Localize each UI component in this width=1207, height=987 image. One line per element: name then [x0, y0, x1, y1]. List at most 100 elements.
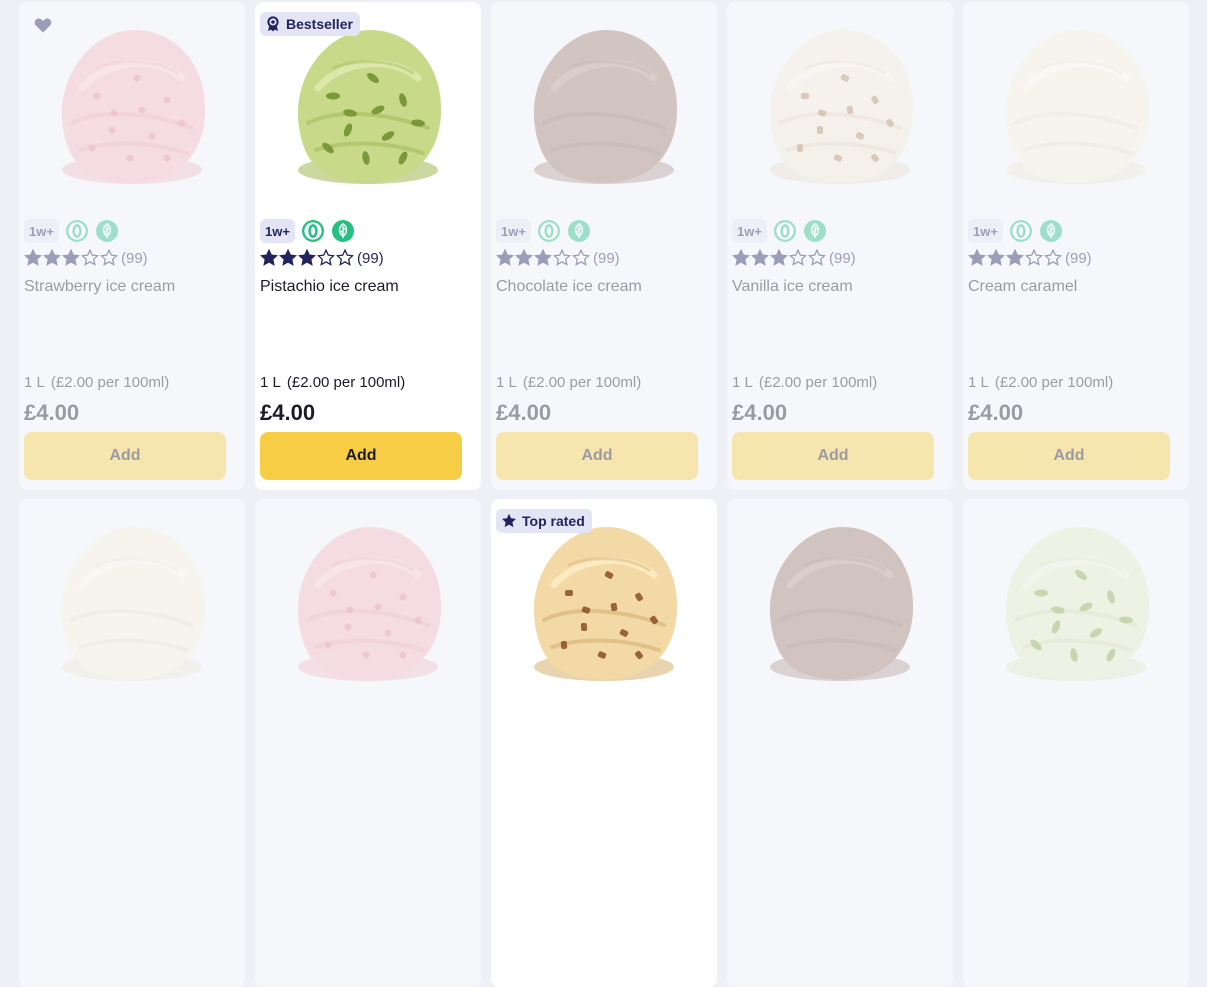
star-filled-icon [298, 249, 316, 266]
product-card[interactable]: 1w+ (99) Vanilla ice cream 1 L (£2.00 per… [727, 2, 953, 490]
star-rating[interactable]: (99) [732, 249, 856, 267]
lifestyle-tag: 1w+ [260, 219, 295, 243]
product-name[interactable]: Pistachio ice cream [260, 278, 399, 296]
add-button[interactable]: Add [24, 432, 226, 480]
star-rating[interactable]: (99) [260, 249, 384, 267]
zero-icon [537, 219, 561, 243]
ice-cream-scoop-image [61, 30, 206, 184]
product-name[interactable]: Vanilla ice cream [732, 278, 853, 296]
ice-cream-scoop-image [61, 527, 206, 681]
zero-icon [773, 219, 797, 243]
unit-price: (£2.00 per 100ml) [758, 374, 878, 391]
product-image[interactable] [727, 2, 953, 214]
star-filled-icon [24, 249, 42, 266]
product-icons: 1w+ [968, 219, 1063, 243]
add-button[interactable]: Add [968, 432, 1170, 480]
ice-cream-scoop-image [1005, 30, 1150, 184]
add-button[interactable]: Add [732, 432, 934, 480]
product-image[interactable] [255, 499, 481, 711]
product-price: £4.00 [968, 400, 1024, 425]
star-filled-icon [515, 249, 533, 266]
star-empty-icon [808, 249, 826, 266]
ice-cream-scoop-image [533, 527, 678, 681]
star-filled-icon [62, 249, 80, 266]
product-size: 1 L [260, 374, 281, 391]
zero-icon [65, 219, 89, 243]
product-image[interactable] [19, 499, 245, 711]
product-card[interactable]: 1w+ (99) Cream caramel 1 L (£2.00 per 100… [963, 2, 1189, 490]
ice-cream-scoop-image [297, 527, 442, 681]
product-image[interactable] [963, 2, 1189, 214]
product-icons: 1w+ [496, 219, 591, 243]
review-count: (99) [829, 249, 856, 267]
product-price: £4.00 [496, 400, 552, 425]
leaf-icon [1039, 219, 1063, 243]
award-ribbon-icon [265, 16, 281, 32]
review-count: (99) [593, 249, 620, 267]
lifestyle-tag: 1w+ [732, 219, 767, 243]
product-card[interactable]: Bestseller 1w+ (99) Pistachio ice cream … [255, 2, 481, 490]
star-filled-icon [43, 249, 61, 266]
review-count: (99) [357, 249, 384, 267]
unit-info: 1 L (£2.00 per 100ml) [260, 374, 405, 391]
heart-icon[interactable] [33, 15, 55, 37]
lifestyle-tag: 1w+ [496, 219, 531, 243]
star-empty-icon [553, 249, 571, 266]
unit-info: 1 L (£2.00 per 100ml) [24, 374, 169, 391]
leaf-icon [331, 219, 355, 243]
product-size: 1 L [496, 374, 517, 391]
top-rated-badge: Top rated [496, 509, 592, 533]
ice-cream-scoop-image [1005, 527, 1150, 681]
product-name[interactable]: Chocolate ice cream [496, 278, 642, 296]
product-image[interactable] [491, 2, 717, 214]
product-card[interactable] [19, 499, 245, 987]
star-filled-icon [534, 249, 552, 266]
star-filled-icon [987, 249, 1005, 266]
product-image[interactable] [727, 499, 953, 711]
unit-info: 1 L (£2.00 per 100ml) [732, 374, 877, 391]
product-card[interactable] [727, 499, 953, 987]
bestseller-badge: Bestseller [260, 12, 360, 36]
star-filled-icon [968, 249, 986, 266]
leaf-icon [567, 219, 591, 243]
review-count: (99) [121, 249, 148, 267]
badge-label: Top rated [522, 513, 585, 529]
ice-cream-scoop-image [769, 30, 914, 184]
star-filled-icon [1006, 249, 1024, 266]
ice-cream-scoop-image [769, 527, 914, 681]
product-name[interactable]: Cream caramel [968, 278, 1077, 296]
product-size: 1 L [732, 374, 753, 391]
star-empty-icon [100, 249, 118, 266]
leaf-icon [803, 219, 827, 243]
unit-info: 1 L (£2.00 per 100ml) [968, 374, 1113, 391]
ice-cream-scoop-image [533, 30, 678, 184]
product-card[interactable] [255, 499, 481, 987]
product-image[interactable] [963, 499, 1189, 711]
lifestyle-tag: 1w+ [968, 219, 1003, 243]
star-filled-icon [279, 249, 297, 266]
add-button[interactable]: Add [260, 432, 462, 480]
product-name[interactable]: Strawberry ice cream [24, 278, 175, 296]
ice-cream-scoop-image [297, 30, 442, 184]
product-icons: 1w+ [24, 219, 119, 243]
lifestyle-tag: 1w+ [24, 219, 59, 243]
product-card[interactable] [963, 499, 1189, 987]
product-card[interactable]: 1w+ (99) Strawberry ice cream 1 L (£2.00 … [19, 2, 245, 490]
star-empty-icon [317, 249, 335, 266]
star-rating[interactable]: (99) [496, 249, 620, 267]
star-filled-icon [260, 249, 278, 266]
star-filled-icon [496, 249, 514, 266]
product-card[interactable]: 1w+ (99) Chocolate ice cream 1 L (£2.00 p… [491, 2, 717, 490]
product-card[interactable]: Top rated [491, 499, 717, 987]
unit-price: (£2.00 per 100ml) [994, 374, 1114, 391]
unit-price: (£2.00 per 100ml) [50, 374, 170, 391]
star-empty-icon [789, 249, 807, 266]
product-price: £4.00 [732, 400, 788, 425]
star-rating[interactable]: (99) [968, 249, 1092, 267]
star-rating[interactable]: (99) [24, 249, 148, 267]
zero-icon [1009, 219, 1033, 243]
review-count: (99) [1065, 249, 1092, 267]
badge-label: Bestseller [286, 16, 353, 32]
star-empty-icon [1044, 249, 1062, 266]
add-button[interactable]: Add [496, 432, 698, 480]
